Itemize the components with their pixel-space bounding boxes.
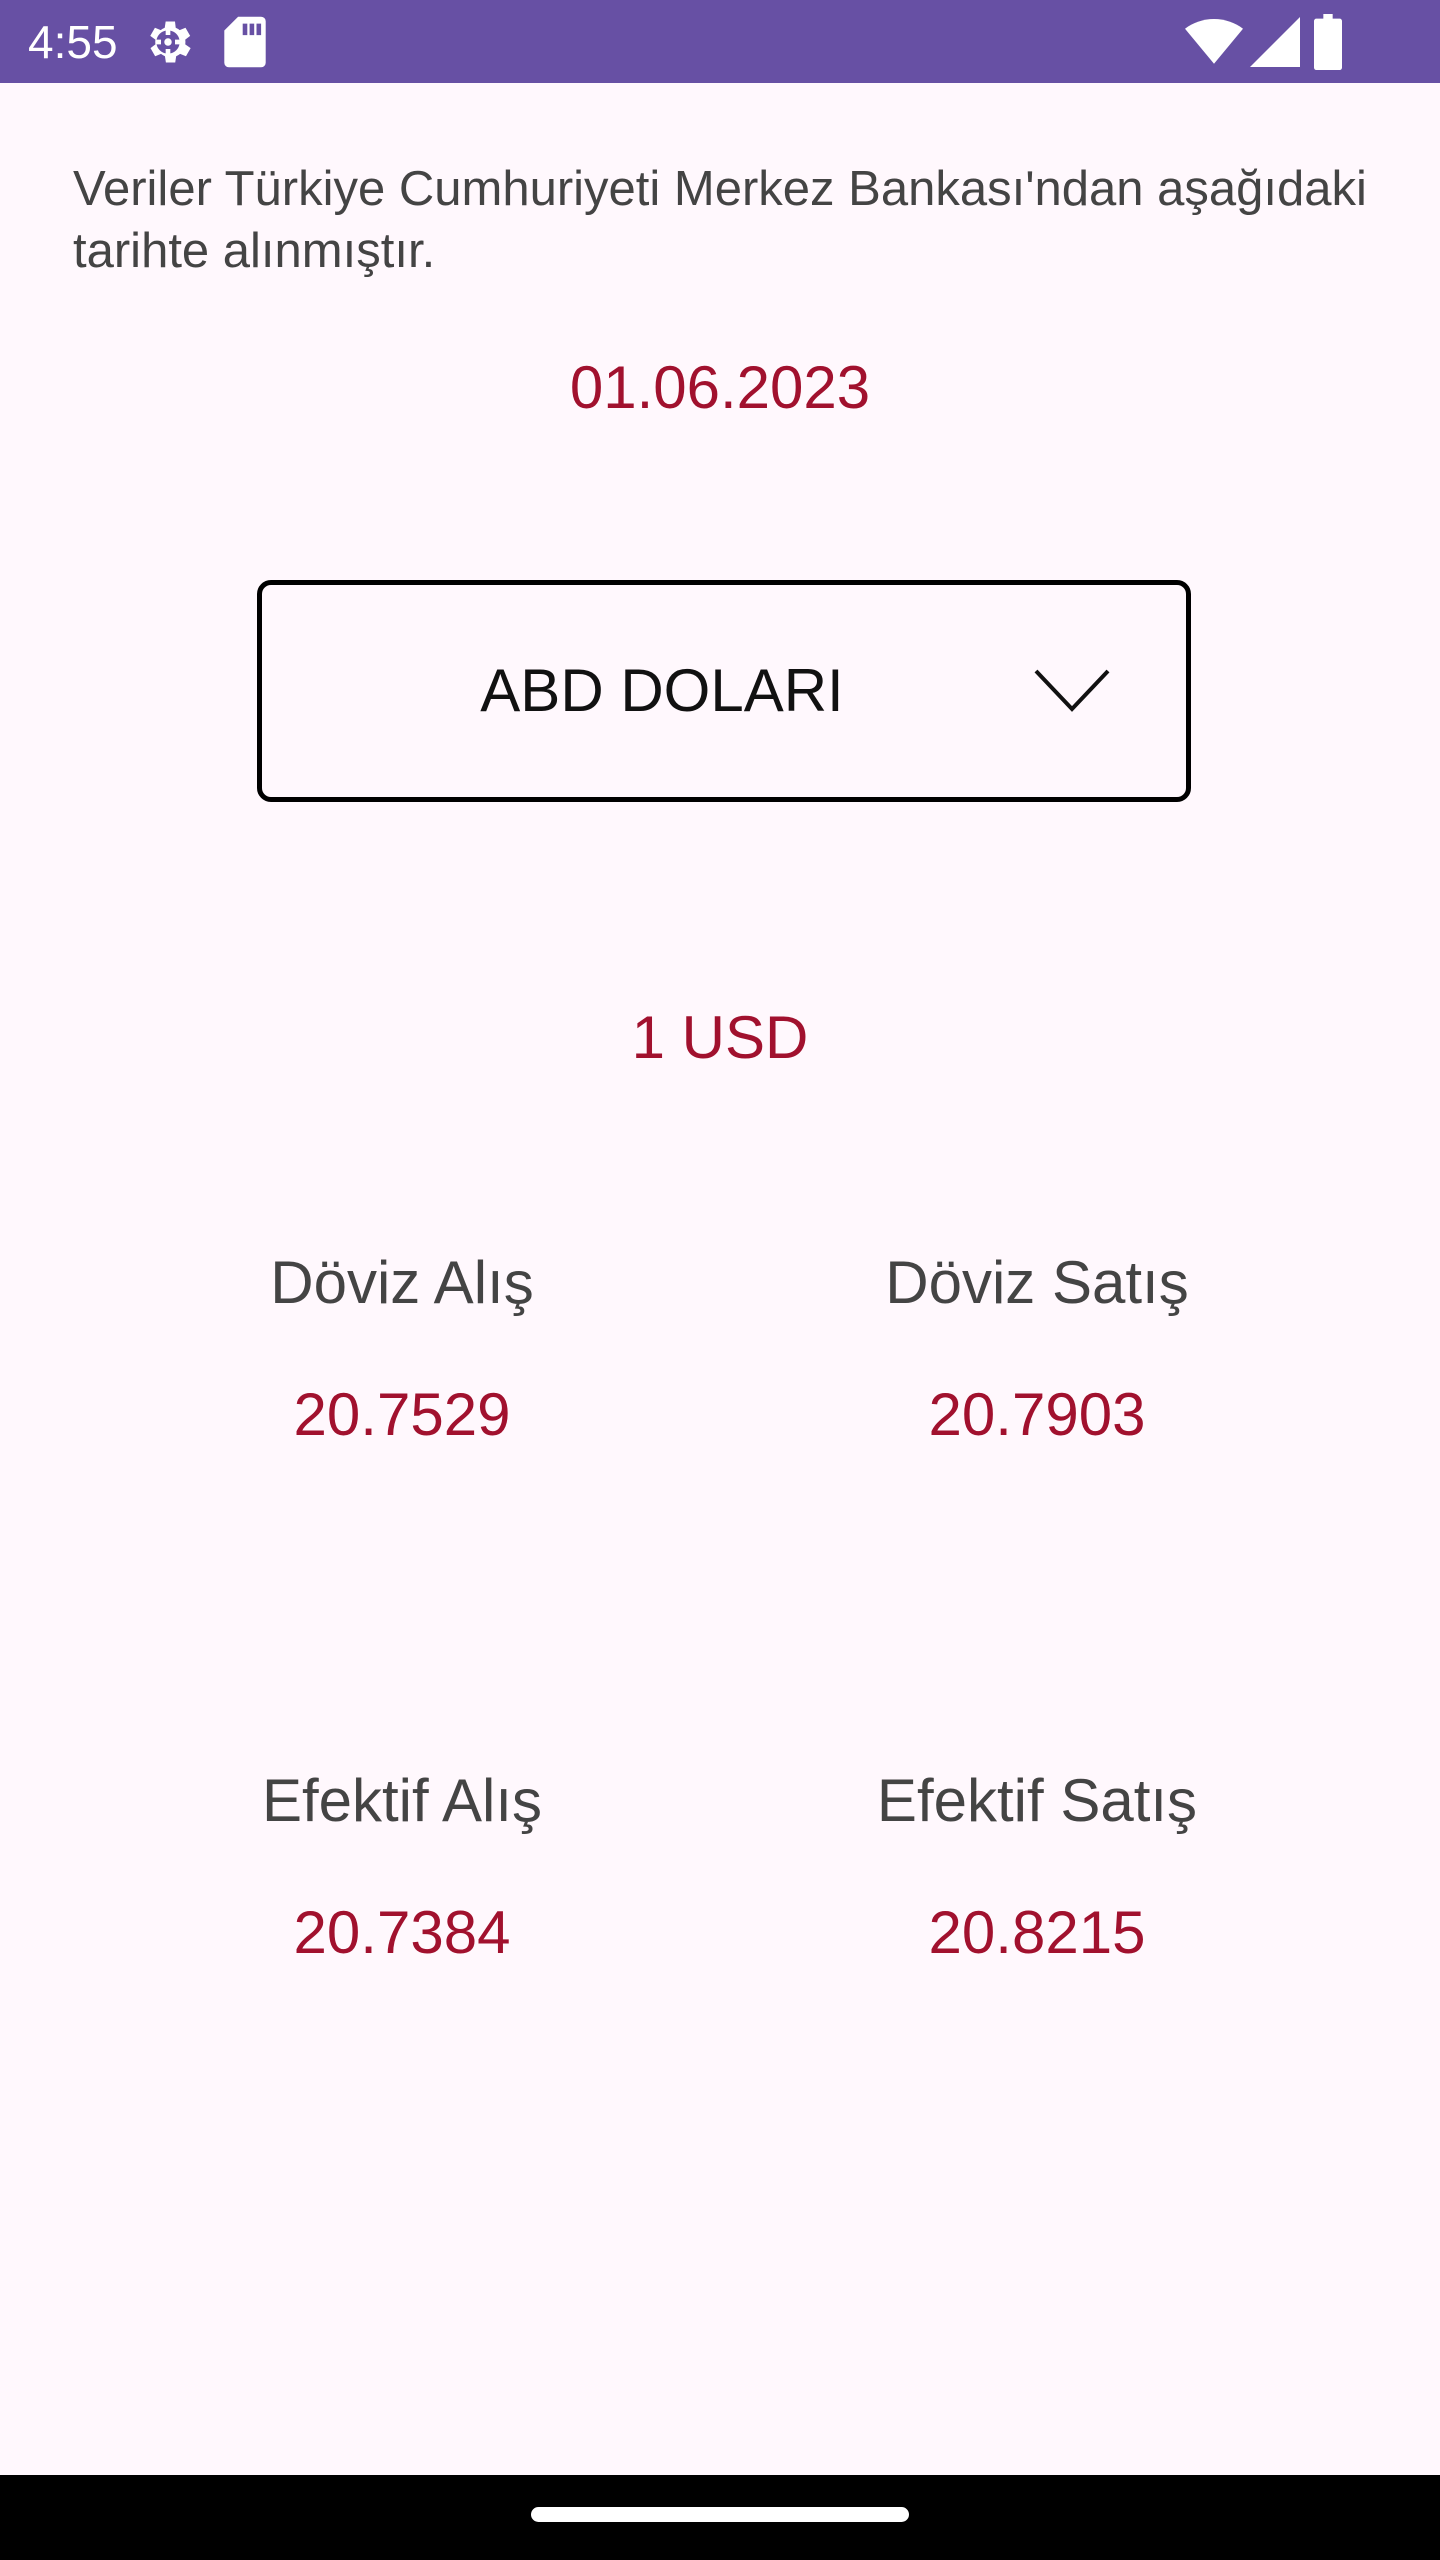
settings-icon xyxy=(150,21,191,63)
signal-icon xyxy=(1250,17,1300,67)
status-bar: 4:55 xyxy=(0,0,1440,83)
rate-date: 01.06.2023 xyxy=(569,354,871,421)
forex-sell-label: Döviz Satış xyxy=(885,1249,1189,1316)
banknote-sell-block: Efektif Satış 20.8215 xyxy=(757,1761,1317,1973)
sd-card-icon xyxy=(224,16,266,68)
home-gesture-handle[interactable] xyxy=(531,2507,909,2522)
wifi-icon xyxy=(1185,19,1243,64)
forex-buy-block: Döviz Alış 20.7529 xyxy=(122,1243,682,1455)
forex-sell-value: 20.7903 xyxy=(928,1381,1146,1448)
currency-dropdown-value: ABD DOLARI xyxy=(480,657,844,724)
banknote-buy-value: 20.7384 xyxy=(293,1899,511,1966)
banknote-sell-value: 20.8215 xyxy=(928,1899,1146,1966)
source-info-text: Veriler Türkiye Cumhuriyeti Merkez Banka… xyxy=(73,162,1367,278)
status-time: 4:55 xyxy=(28,16,118,68)
banknote-buy-label: Efektif Alış xyxy=(261,1767,543,1834)
banknote-sell-label: Efektif Satış xyxy=(876,1767,1198,1834)
screen: 4:55 Veriler Türkiye Cumhuriyeti Merkez … xyxy=(0,0,1440,2560)
forex-buy-value: 20.7529 xyxy=(293,1381,511,1448)
forex-sell-block: Döviz Satış 20.7903 xyxy=(757,1243,1317,1455)
chevron-down-icon[interactable] xyxy=(1032,665,1112,715)
navigation-bar xyxy=(0,2475,1440,2560)
main-content: Veriler Türkiye Cumhuriyeti Merkez Banka… xyxy=(0,83,1440,2475)
banknote-buy-block: Efektif Alış 20.7384 xyxy=(122,1761,682,1973)
forex-buy-label: Döviz Alış xyxy=(270,1249,534,1316)
currency-dropdown[interactable]: ABD DOLARI xyxy=(257,580,1191,802)
battery-icon xyxy=(1314,14,1342,70)
currency-unit: 1 USD xyxy=(631,1004,809,1071)
